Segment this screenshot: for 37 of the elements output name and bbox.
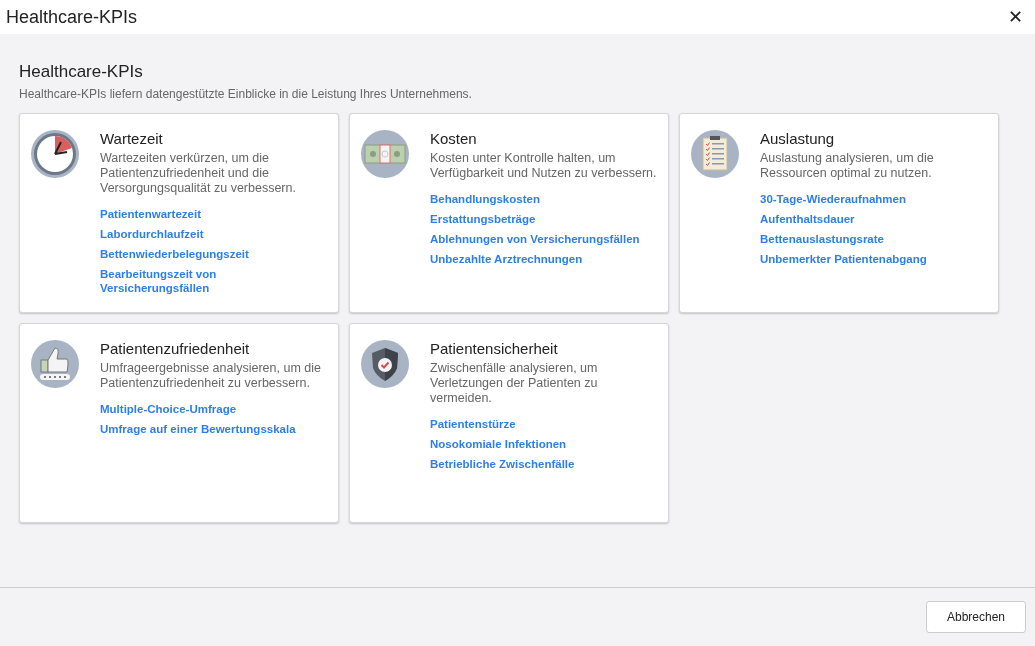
window-title: Healthcare-KPIs [6,6,138,28]
thumbs-up-icon [31,340,79,388]
kpi-link[interactable]: 30-Tage-Wiederaufnahmen [760,192,907,206]
card-title: Auslastung [760,130,836,147]
kpi-link[interactable]: Aufenthaltsdauer [760,212,855,226]
kpi-link[interactable]: Erstattungsbeträge [430,212,536,226]
kpi-link[interactable]: Nosokomiale Infektionen [430,437,567,451]
kpi-link[interactable]: Umfrage auf einer Bewertungsskala [100,422,296,436]
kpi-link[interactable]: Labordurchlaufzeit [100,227,204,241]
clipboard-icon [691,130,739,178]
kpi-link[interactable]: Patientenwartezeit [100,207,201,221]
cancel-button[interactable]: Abbrechen [926,601,1026,633]
card-description: Wartezeiten verkürzen, um die Patientenzufriedenheit und die Versorgungsqualität zu verbessern. [100,151,297,196]
kpi-link[interactable]: Unbemerkter Patientenabgang [760,252,927,266]
close-button[interactable]: ✕ [1004,6,1027,28]
card-description: Kosten unter Kontrolle halten, um Verfügbarkeit und Nutzen zu verbessern. [430,151,658,181]
card-description: Umfrageergebnisse analysieren, um die Patientenzufriedenheit zu verbessern. [100,361,322,391]
kpi-link[interactable]: Betriebliche Zwischenfälle [430,457,575,471]
shield-icon [361,340,409,388]
kpi-link[interactable]: Behandlungskosten [430,192,540,206]
card-title: Kosten [430,130,478,147]
section-title: Healthcare-KPIs [19,62,144,82]
section-description: Healthcare-KPIs liefern datengestützte Einblicke in die Leistung Ihres Unternehmens. [19,87,473,101]
kpi-link[interactable]: Unbezahlte Arztrechnungen [430,252,583,266]
kpi-link[interactable]: Ablehnungen von Versicherungsfällen [430,232,640,246]
kpi-link[interactable]: Bettenwiederbelegungszeit [100,247,249,261]
card-title: Patientenzufriedenheit [100,340,251,357]
card-title: Patientensicherheit [430,340,559,357]
card-title: Wartezeit [100,130,164,147]
card-description: Zwischenfälle analysieren, um Verletzungen der Patienten zu vermeiden. [430,361,599,406]
clock-icon [31,130,79,178]
kpi-link[interactable]: Multiple-Choice-Umfrage [100,402,237,416]
kpi-link[interactable]: Bettenauslastungsrate [760,232,884,246]
kpi-link[interactable]: Bearbeitungszeit von Versicherungsfällen [100,267,328,295]
card-description: Auslastung analysieren, um die Ressourcen optimal zu nutzen. [760,151,935,181]
banknote-icon [361,130,409,178]
kpi-link[interactable]: Patientenstürze [430,417,516,431]
